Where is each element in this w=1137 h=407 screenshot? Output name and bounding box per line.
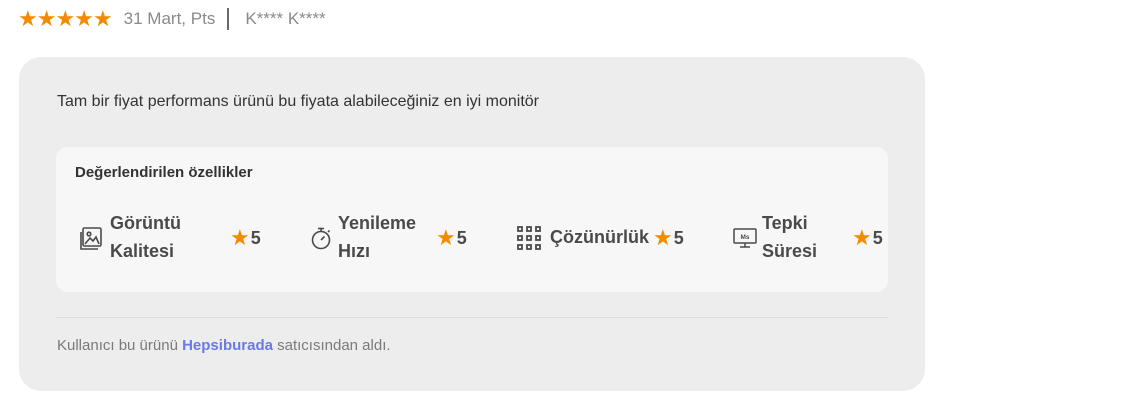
stopwatch-icon (308, 225, 334, 251)
rated-features-panel: Değerlendirilen özellikler Görüntü Kalit… (56, 147, 888, 292)
star-icon: ★ (74, 6, 94, 31)
star-icon: ★ (653, 225, 673, 250)
review-author: K**** K**** (245, 9, 326, 28)
star-icon: ★ (436, 225, 456, 250)
star-icon: ★ (55, 6, 76, 31)
rated-features-title: Değerlendirilen özellikler (75, 164, 253, 181)
seller-link[interactable]: Hepsiburada (182, 337, 273, 354)
feature-label-line2: Kalitesi (110, 241, 175, 261)
feature-label: Tepki Süresi (762, 209, 817, 265)
grid-icon (516, 225, 542, 251)
purchase-info-prefix: Kullanıcı bu ürünü (57, 337, 178, 354)
review-date: 31 Mart, Pts (123, 9, 216, 28)
feature-rating-value: 5 (872, 227, 883, 248)
feature-image-quality: Görüntü Kalitesi ★ 5 (78, 209, 268, 267)
star-icon: ★ (36, 6, 57, 31)
feature-refresh-rate: Yenileme Hızı ★ 5 (308, 209, 488, 267)
feature-rating-value: 5 (673, 227, 684, 248)
purchase-info: Kullanıcı bu ürünü Hepsiburada satıcısın… (57, 337, 391, 354)
review-comment: Tam bir fiyat performans ürünü bu fiyata… (57, 93, 540, 110)
review-meta: ★ ★ ★ ★ ★ 31 Mart, Pts K**** K**** (18, 8, 326, 30)
feature-rating-value: 5 (456, 227, 467, 248)
star-icon: ★ (852, 225, 872, 250)
star-icon: ★ (92, 6, 113, 31)
meta-separator (227, 8, 230, 30)
review-item: ★ ★ ★ ★ ★ 31 Mart, Pts K**** K**** Tam b… (0, 0, 1137, 407)
feature-rating: ★ 5 (436, 225, 467, 251)
review-rating-stars: ★ ★ ★ ★ ★ (18, 6, 113, 31)
svg-text:Ms: Ms (740, 234, 749, 241)
image-icon (78, 225, 104, 251)
card-divider (56, 317, 888, 318)
feature-label: Yenileme Hızı (338, 209, 416, 265)
feature-label: Çözünürlük (550, 223, 649, 251)
monitor-ms-icon: Ms (732, 225, 758, 251)
feature-label-line2: Süresi (762, 241, 818, 261)
purchase-info-suffix: satıcısından aldı. (277, 337, 391, 354)
feature-rating: ★ 5 (653, 225, 684, 251)
feature-rating: ★ 5 (230, 225, 261, 251)
feature-label-line1: Tepki (762, 213, 808, 233)
star-icon: ★ (230, 225, 250, 250)
feature-label-line1: Görüntü (110, 213, 181, 233)
review-card: Tam bir fiyat performans ürünü bu fiyata… (19, 57, 925, 391)
feature-rating-value: 5 (250, 227, 261, 248)
feature-rating: ★ 5 (852, 225, 883, 251)
feature-label-line1: Çözünürlük (550, 227, 649, 247)
feature-label-line1: Yenileme (338, 213, 417, 233)
feature-label-line2: Hızı (338, 241, 371, 261)
star-icon: ★ (18, 6, 38, 31)
feature-label: Görüntü Kalitesi (110, 209, 181, 265)
feature-resolution: Çözünürlük ★ 5 (516, 209, 706, 267)
feature-response-time: Ms Tepki Süresi ★ 5 (732, 209, 888, 267)
